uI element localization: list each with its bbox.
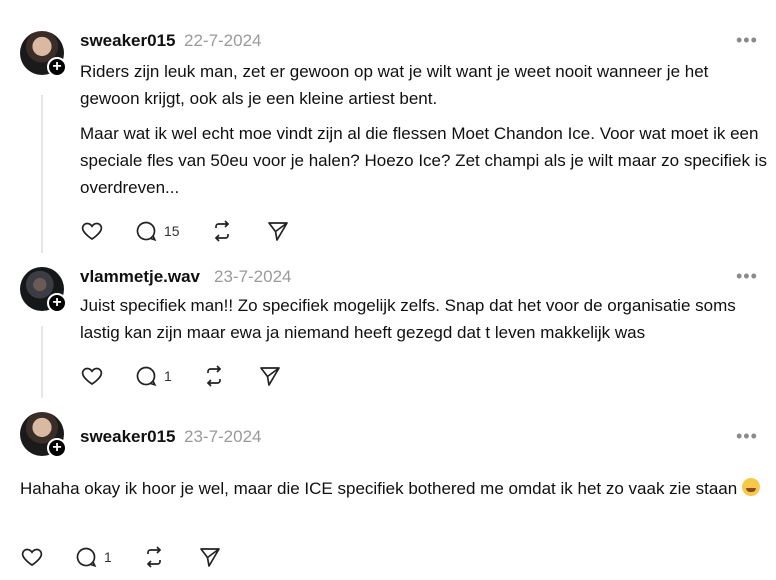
like-button[interactable] xyxy=(80,218,104,244)
post-3: + sweaker015 23-7-2024 ••• Hahaha okay i… xyxy=(0,398,776,580)
post-date[interactable]: 22-7-2024 xyxy=(184,31,262,51)
repost-button[interactable] xyxy=(142,544,166,570)
share-button[interactable] xyxy=(198,544,222,570)
post-text: Maar wat ik wel echt moe vindt zijn al d… xyxy=(80,124,767,197)
more-icon[interactable]: ••• xyxy=(736,30,758,51)
post-text: Riders zijn leuk man, zet er gewoon op w… xyxy=(80,62,709,108)
grinning-sweat-emoji xyxy=(741,478,760,496)
reply-count: 1 xyxy=(104,549,112,565)
more-icon[interactable]: ••• xyxy=(736,426,758,447)
comment-icon xyxy=(76,547,97,568)
reply-button[interactable]: 1 xyxy=(74,544,112,570)
post-text: Juist specifiek man!! Zo specifiek mogel… xyxy=(80,296,736,342)
comment-icon xyxy=(136,221,157,242)
send-icon xyxy=(200,548,220,567)
post-text-content: Hahaha okay ik hoor je wel, maar die ICE… xyxy=(20,479,738,498)
follow-plus-icon[interactable]: + xyxy=(47,438,67,458)
thread-line xyxy=(41,326,43,398)
comment-icon xyxy=(136,366,157,387)
reply-count: 15 xyxy=(164,223,180,239)
reply-button[interactable]: 15 xyxy=(134,218,180,244)
post-date[interactable]: 23-7-2024 xyxy=(214,267,292,287)
repost-icon xyxy=(214,220,230,242)
repost-button[interactable] xyxy=(202,363,226,389)
reply-button[interactable]: 1 xyxy=(134,363,172,389)
username[interactable]: sweaker015 xyxy=(80,427,175,447)
heart-icon xyxy=(81,367,103,386)
more-icon[interactable]: ••• xyxy=(736,266,758,287)
repost-icon xyxy=(146,546,162,568)
username[interactable]: sweaker015 xyxy=(80,31,175,51)
heart-icon xyxy=(21,548,43,567)
follow-plus-icon[interactable]: + xyxy=(47,57,67,77)
username[interactable]: vlammetje.wav xyxy=(80,267,200,287)
repost-icon xyxy=(206,365,222,387)
share-button[interactable] xyxy=(258,363,282,389)
reply-count: 1 xyxy=(164,368,172,384)
repost-button[interactable] xyxy=(210,218,234,244)
heart-icon xyxy=(81,222,103,241)
send-icon xyxy=(260,367,280,386)
send-icon xyxy=(268,222,288,241)
post-2: + vlammetje.wav 23-7-2024 ••• Juist spec… xyxy=(0,258,776,398)
share-button[interactable] xyxy=(266,218,290,244)
like-button[interactable] xyxy=(80,363,104,389)
post-1: + sweaker015 22-7-2024 ••• Riders zijn l… xyxy=(0,0,776,258)
post-text: Hahaha okay ik hoor je wel, maar die ICE… xyxy=(20,475,760,502)
follow-plus-icon[interactable]: + xyxy=(47,293,67,313)
post-date[interactable]: 23-7-2024 xyxy=(184,427,262,447)
thread-line xyxy=(41,95,43,253)
like-button[interactable] xyxy=(20,544,44,570)
